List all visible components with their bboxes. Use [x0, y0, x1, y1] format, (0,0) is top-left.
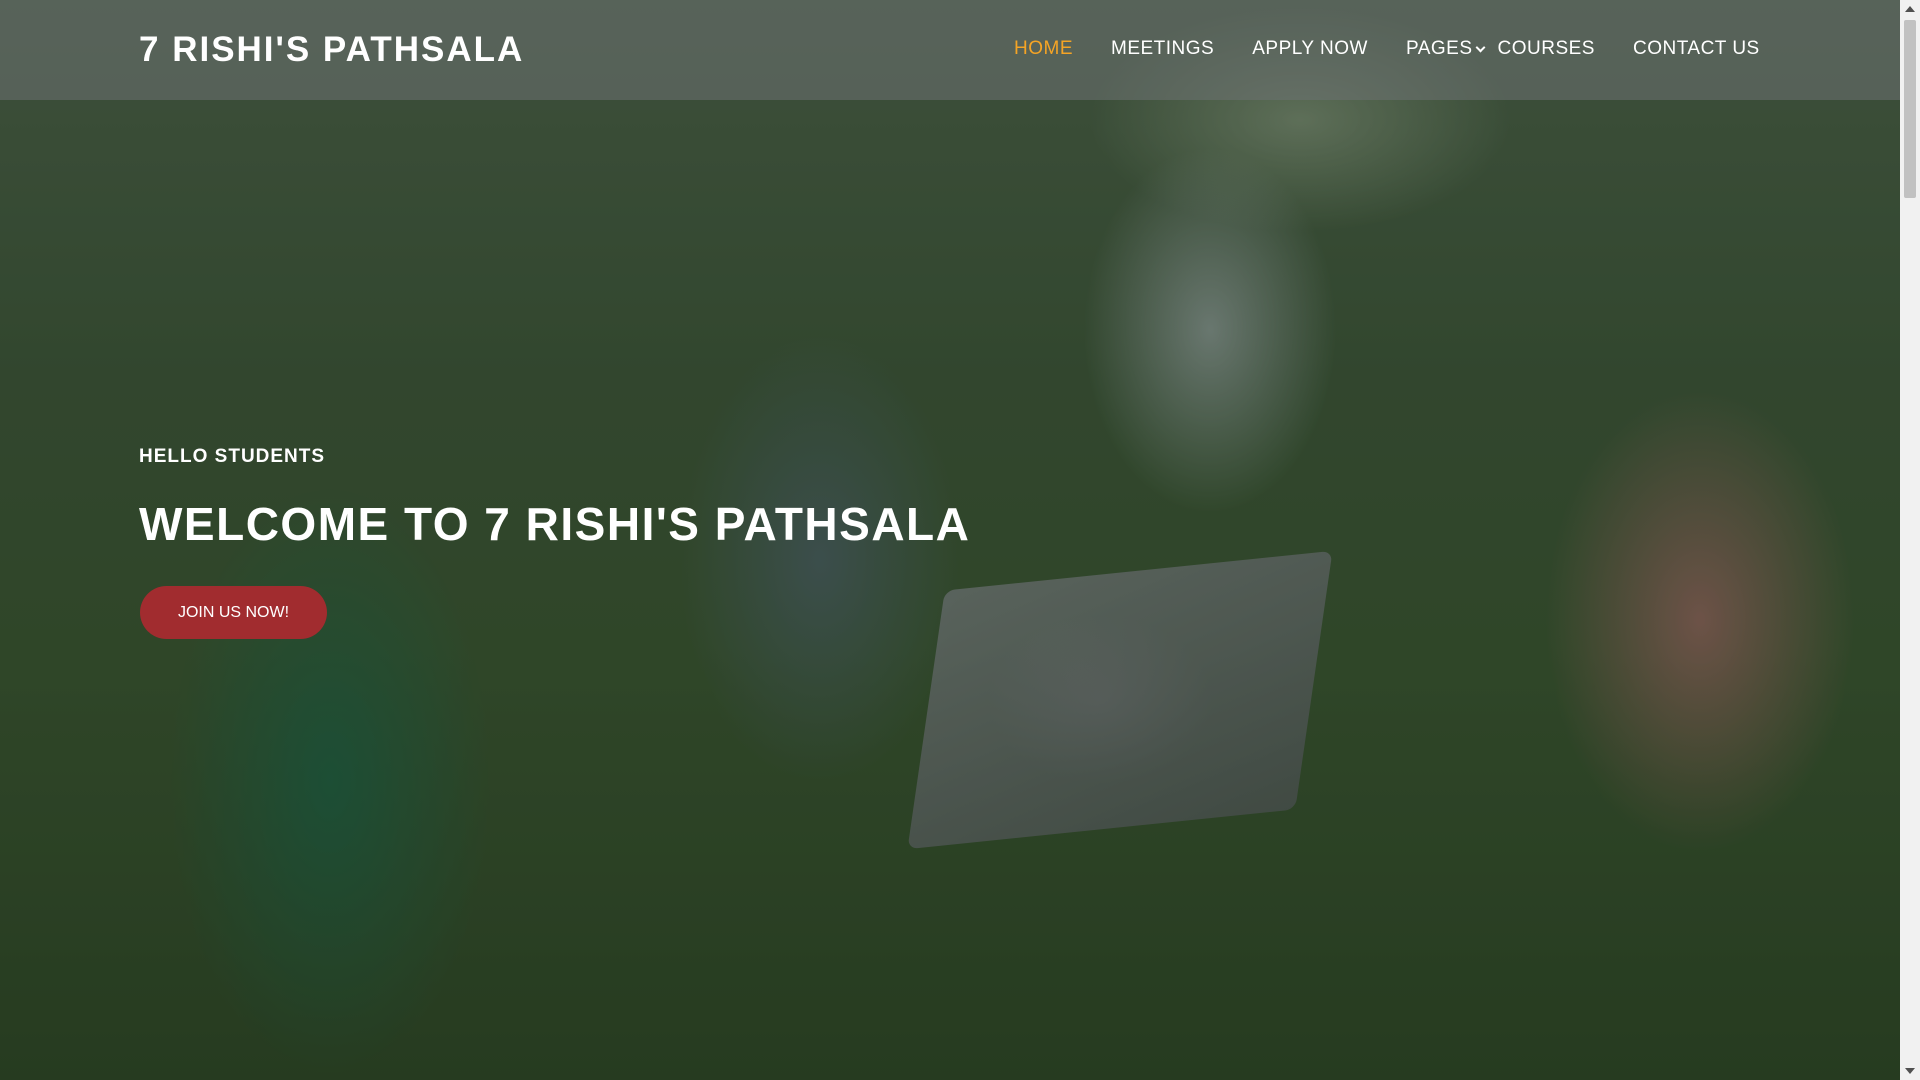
nav-item-contact-us[interactable]: CONTACT US [1633, 38, 1760, 60]
page-scrollbar[interactable] [1900, 0, 1920, 1080]
scrollbar-thumb[interactable] [1904, 20, 1916, 198]
site-header: 7 RISHI'S PATHSALA HOME MEETINGS APPLY N… [0, 0, 1900, 100]
chevron-down-icon [1475, 42, 1485, 53]
scroll-up-arrow-icon[interactable] [1905, 6, 1915, 12]
scroll-down-arrow-icon[interactable] [1905, 1068, 1915, 1074]
nav-item-pages-label: PAGES [1405, 38, 1473, 59]
hero-title: WELCOME TO 7 RISHI'S PATHSALA [139, 498, 971, 550]
hero-subtitle: HELLO STUDENTS [139, 446, 326, 467]
nav-item-home[interactable]: HOME [1014, 38, 1073, 60]
nav-item-pages[interactable]: PAGES [1405, 38, 1485, 60]
nav-item-meetings[interactable]: MEETINGS [1111, 38, 1214, 60]
nav-item-apply-now[interactable]: APPLY NOW [1252, 38, 1368, 60]
page: 7 RISHI'S PATHSALA HOME MEETINGS APPLY N… [0, 0, 1920, 1080]
site-logo[interactable]: 7 RISHI'S PATHSALA [139, 30, 524, 70]
join-us-button[interactable]: JOIN US NOW! [140, 586, 327, 639]
nav-item-courses[interactable]: COURSES [1498, 38, 1595, 60]
main-nav: HOME MEETINGS APPLY NOW PAGES COURSES CO… [1014, 38, 1760, 60]
